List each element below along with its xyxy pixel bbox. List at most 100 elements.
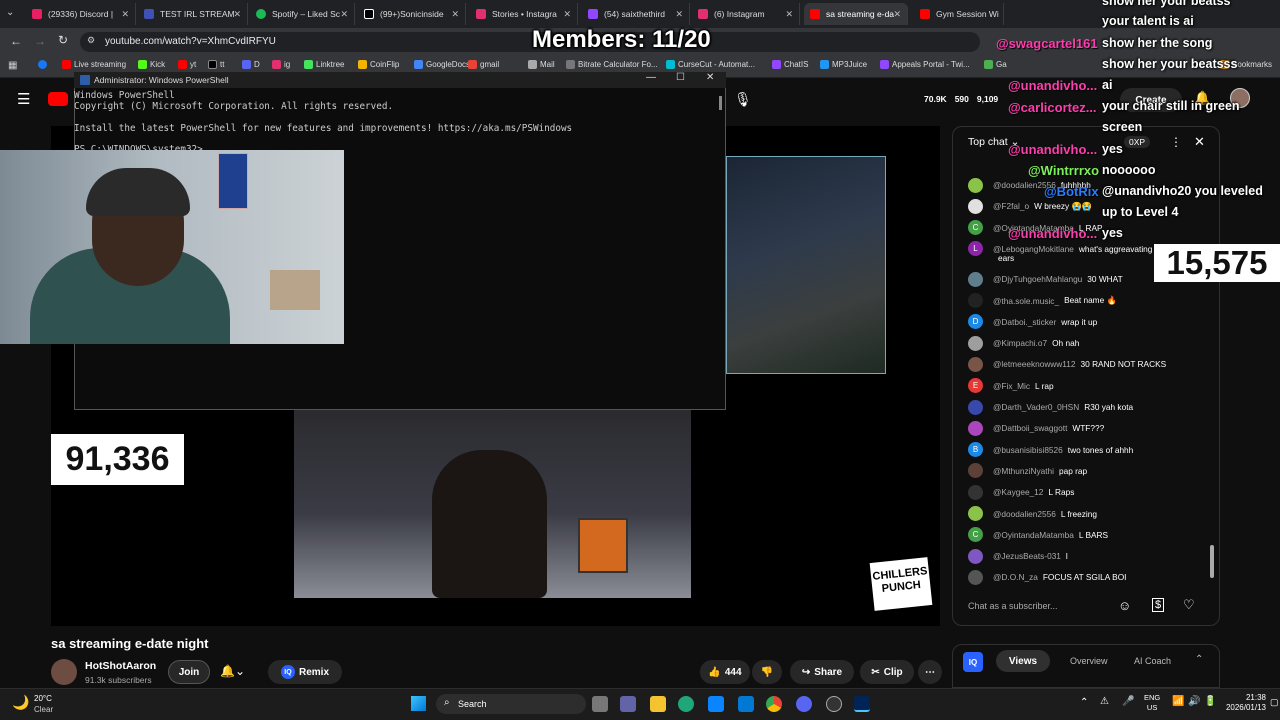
bookmark[interactable]: Mail bbox=[528, 60, 555, 69]
chat-avatar[interactable] bbox=[968, 463, 983, 479]
back-icon[interactable]: ← bbox=[10, 34, 22, 48]
close-window-icon[interactable]: ✕ bbox=[706, 72, 714, 83]
super-chat-icon[interactable]: $ bbox=[1152, 598, 1165, 612]
chat-username[interactable]: @letmeeeknowww112 bbox=[993, 359, 1076, 369]
chat-scrollbar[interactable] bbox=[1210, 545, 1214, 578]
browser-tab[interactable]: Gym Session Wi bbox=[914, 3, 1004, 25]
teams-icon[interactable] bbox=[620, 696, 636, 712]
bookmark[interactable]: ChatIS bbox=[772, 60, 808, 69]
tab-close-icon[interactable]: ✕ bbox=[233, 9, 241, 20]
remix-button[interactable]: IQ Remix bbox=[268, 660, 342, 684]
channel-name[interactable]: HotShotAaron bbox=[85, 660, 156, 672]
mail-icon[interactable] bbox=[738, 696, 754, 712]
heart-icon[interactable]: ♡ bbox=[1183, 597, 1195, 613]
chat-username[interactable]: @Kaygee_12 bbox=[993, 487, 1043, 497]
tab-close-icon[interactable]: ✕ bbox=[563, 9, 571, 20]
chat-avatar[interactable] bbox=[968, 198, 983, 214]
maximize-icon[interactable]: ☐ bbox=[676, 72, 685, 83]
tab-close-icon[interactable]: ✕ bbox=[893, 9, 901, 20]
minimize-icon[interactable]: — bbox=[646, 72, 656, 83]
chat-avatar[interactable] bbox=[968, 420, 983, 436]
chat-username[interactable]: @MthunziNyathi bbox=[993, 466, 1054, 476]
chat-username[interactable]: @Datboi._sticker bbox=[993, 317, 1056, 327]
network-icon[interactable]: ⚠ bbox=[1100, 696, 1109, 707]
chat-username[interactable]: @JezusBeats-031 bbox=[993, 551, 1061, 561]
mic-tray-icon[interactable]: 🎤 bbox=[1122, 696, 1134, 707]
chat-avatar[interactable] bbox=[968, 335, 983, 351]
chat-avatar[interactable]: B bbox=[968, 442, 983, 458]
powershell-titlebar[interactable]: Administrator: Windows PowerShell bbox=[74, 72, 726, 88]
chat-close-icon[interactable]: ✕ bbox=[1194, 134, 1205, 150]
chat-avatar[interactable] bbox=[968, 548, 983, 564]
chat-avatar[interactable] bbox=[968, 399, 983, 415]
battery-icon[interactable]: 🔋 bbox=[1204, 696, 1216, 707]
bookmark[interactable]: Linktree bbox=[304, 60, 344, 69]
mic-icon[interactable]: 🎙 bbox=[734, 91, 752, 108]
chat-username[interactable]: @busanisibisi8526 bbox=[993, 445, 1063, 455]
obs-icon[interactable] bbox=[826, 696, 842, 712]
clock[interactable]: 21:38 2026/01/13 bbox=[1218, 693, 1266, 713]
discord-icon[interactable] bbox=[796, 696, 812, 712]
browser-tab[interactable]: (29336) Discord | ✕ bbox=[26, 3, 136, 25]
collapse-icon[interactable]: ⌃ bbox=[1195, 654, 1203, 665]
chat-username[interactable]: @tha.sole.music_ bbox=[993, 296, 1059, 306]
chat-avatar[interactable] bbox=[968, 177, 983, 193]
powershell-taskbar-icon[interactable] bbox=[854, 696, 870, 712]
bookmark[interactable]: tt bbox=[208, 60, 224, 69]
browser-tab[interactable]: (6) Instagram ✕ bbox=[692, 3, 800, 25]
chat-username[interactable]: @F2fal_o bbox=[993, 201, 1029, 211]
forward-icon[interactable]: → bbox=[34, 34, 46, 48]
bookmark[interactable]: D bbox=[242, 60, 260, 69]
tab-close-icon[interactable]: ✕ bbox=[121, 9, 129, 20]
volume-icon[interactable]: 🔊 bbox=[1188, 696, 1200, 707]
emoji-icon[interactable]: ☺ bbox=[1118, 598, 1131, 613]
bookmark[interactable]: GoogleDocs bbox=[414, 60, 470, 69]
bookmark[interactable]: Live streaming bbox=[62, 60, 126, 69]
bookmark[interactable]: ig bbox=[272, 60, 290, 69]
bookmark[interactable]: Ga bbox=[984, 60, 1007, 69]
wifi-icon[interactable]: 📶 bbox=[1172, 696, 1184, 707]
chat-username[interactable]: @OyintandaMatamba bbox=[993, 530, 1074, 540]
weather-temp[interactable]: 20°C bbox=[34, 694, 52, 703]
tab-close-icon[interactable]: ✕ bbox=[340, 9, 348, 20]
tab-close-icon[interactable]: ✕ bbox=[785, 9, 793, 20]
dislike-button[interactable]: 👎 bbox=[752, 660, 782, 684]
chat-username[interactable]: @Darth_Vader0_0HSN bbox=[993, 402, 1079, 412]
bookmark[interactable]: Appeals Portal - Twi... bbox=[880, 60, 970, 69]
chrome-icon[interactable] bbox=[766, 696, 782, 712]
chat-more-icon[interactable]: ⋮ bbox=[1170, 135, 1182, 149]
browser-tab[interactable]: (99+)Sonicinside ✕ bbox=[358, 3, 466, 25]
chat-username[interactable]: @Kimpachi.o7 bbox=[993, 338, 1047, 348]
tab-search-icon[interactable]: ⌄ bbox=[6, 7, 14, 18]
browser-tab[interactable]: Stories • Instagra ✕ bbox=[470, 3, 578, 25]
apps-grid-icon[interactable]: ▦ bbox=[8, 60, 17, 71]
tab-views[interactable]: Views bbox=[996, 650, 1050, 672]
chat-avatar[interactable]: C bbox=[968, 220, 983, 236]
hamburger-menu-icon[interactable]: ☰ bbox=[17, 90, 30, 108]
bookmark[interactable]: CoinFlip bbox=[358, 60, 399, 69]
chat-input[interactable]: Chat as a subscriber... bbox=[968, 596, 1138, 616]
tab-close-icon[interactable]: ✕ bbox=[675, 9, 683, 20]
chat-username[interactable]: @Fix_Mic bbox=[993, 381, 1030, 391]
notification-icon[interactable]: ▢ bbox=[1270, 697, 1279, 708]
chat-avatar[interactable] bbox=[968, 506, 983, 521]
chat-avatar[interactable] bbox=[968, 293, 983, 308]
bookmark[interactable]: gmail bbox=[468, 60, 499, 69]
chat-avatar[interactable]: E bbox=[968, 378, 983, 394]
bookmark[interactable]: MP3Juice bbox=[820, 60, 867, 69]
bookmark[interactable]: Bitrate Calculator Fo... bbox=[566, 60, 658, 69]
youtube-logo-icon[interactable] bbox=[48, 92, 68, 106]
language-indicator[interactable]: ENG US bbox=[1144, 693, 1160, 713]
start-icon[interactable] bbox=[411, 696, 426, 711]
tab-close-icon[interactable]: ✕ bbox=[451, 9, 459, 20]
bookmark[interactable] bbox=[38, 60, 50, 69]
tune-icon[interactable]: ⚙ bbox=[87, 35, 95, 46]
reload-icon[interactable]: ↻ bbox=[58, 33, 68, 47]
chat-avatar[interactable] bbox=[968, 484, 983, 500]
ps-scrollbar[interactable] bbox=[719, 96, 722, 110]
more-actions-button[interactable]: ⋯ bbox=[918, 660, 942, 684]
chat-avatar[interactable] bbox=[968, 569, 983, 585]
weather-icon[interactable]: 🌙 bbox=[12, 694, 29, 711]
chat-avatar[interactable]: D bbox=[968, 314, 983, 330]
bell-subscribe-icon[interactable]: 🔔⌄ bbox=[220, 664, 245, 678]
